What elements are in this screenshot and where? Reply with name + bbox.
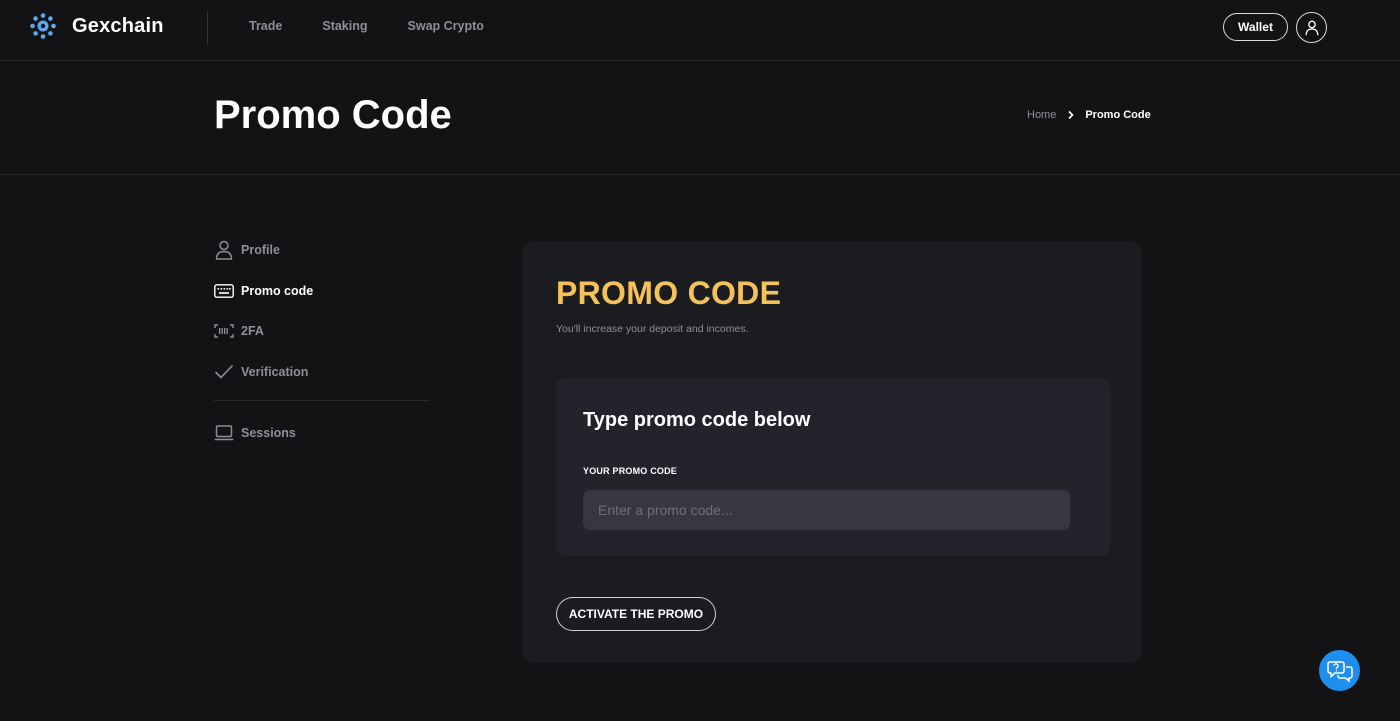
chevron-right-icon	[1068, 110, 1074, 120]
barcode-scan-icon	[214, 321, 234, 341]
nav-link-staking[interactable]: Staking	[322, 19, 367, 33]
sidebar-item-label: Promo code	[241, 283, 314, 298]
wallet-button[interactable]: Wallet	[1223, 13, 1288, 41]
sidebar-item-label: Verification	[241, 364, 309, 379]
promo-card-title: PROMO CODE	[556, 275, 782, 311]
user-menu-button[interactable]	[1296, 12, 1327, 43]
sidebar-item-label: 2FA	[241, 324, 264, 338]
promo-code-card: PROMO CODE You'll increase your deposit …	[522, 241, 1142, 663]
gexchain-logo-icon	[30, 13, 56, 39]
laptop-icon	[214, 423, 234, 443]
sidebar-item-label: Profile	[241, 243, 280, 257]
top-navbar: Gexchain Trade Staking Swap Crypto Walle…	[0, 0, 1400, 61]
activate-promo-button[interactable]: ACTIVATE THE PROMO	[556, 597, 716, 631]
promo-code-input[interactable]	[583, 490, 1070, 530]
promo-card-subtitle: You'll increase your deposit and incomes…	[556, 323, 749, 335]
brand-name: Gexchain	[72, 14, 164, 37]
breadcrumb-home-link[interactable]: Home	[1027, 109, 1056, 121]
page-header: Promo Code Home Promo Code	[0, 62, 1400, 175]
sidebar-divider	[214, 400, 430, 401]
account-sidebar: Profile Promo code 2FA Verification Sess…	[214, 238, 430, 462]
nav-link-trade[interactable]: Trade	[249, 19, 282, 33]
user-icon	[214, 240, 234, 260]
sidebar-item-promo-code[interactable]: Promo code	[214, 279, 430, 303]
promo-input-box: Type promo code below YOUR PROMO CODE	[556, 378, 1110, 556]
sidebar-item-profile[interactable]: Profile	[214, 238, 430, 262]
nav-link-swap-crypto[interactable]: Swap Crypto	[408, 19, 484, 33]
checkmark-icon	[214, 362, 234, 382]
sidebar-item-2fa[interactable]: 2FA	[214, 319, 430, 343]
promo-box-title: Type promo code below	[583, 409, 811, 431]
sidebar-item-sessions[interactable]: Sessions	[214, 421, 430, 445]
breadcrumb-current: Promo Code	[1085, 109, 1151, 121]
user-icon	[1305, 20, 1318, 35]
nav-divider	[207, 12, 208, 44]
keyboard-icon	[214, 281, 234, 301]
sidebar-item-label: Sessions	[241, 426, 296, 440]
breadcrumb: Home Promo Code	[1027, 109, 1151, 121]
sidebar-item-verification[interactable]: Verification	[214, 360, 430, 384]
page-title: Promo Code	[214, 93, 452, 137]
brand-logo[interactable]: Gexchain	[30, 13, 164, 39]
chat-support-button[interactable]	[1319, 650, 1360, 691]
promo-field-label: YOUR PROMO CODE	[583, 466, 678, 476]
chat-support-icon	[1326, 660, 1353, 683]
main-nav: Trade Staking Swap Crypto	[249, 19, 524, 33]
